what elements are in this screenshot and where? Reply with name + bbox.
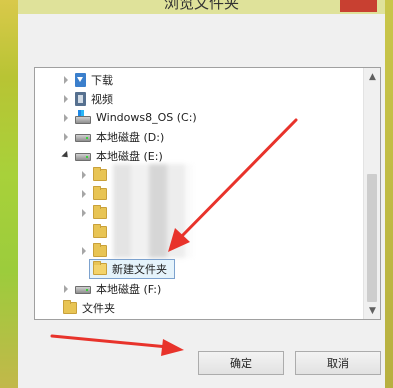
expand-arrow-icon[interactable] — [61, 113, 71, 123]
expand-arrow-icon[interactable] — [79, 208, 89, 218]
expand-arrow-icon[interactable] — [61, 284, 71, 294]
drive-icon — [75, 285, 91, 294]
folder-icon — [63, 299, 77, 314]
tree-item-label: 本地磁盘 (F:) — [96, 282, 162, 296]
download-folder-icon — [75, 72, 86, 87]
folder-icon — [93, 185, 107, 200]
expand-arrow-icon[interactable] — [79, 170, 89, 180]
window-title: 浏览文件夹 — [163, 0, 239, 12]
window-frame-left — [0, 0, 18, 388]
blurred-region — [113, 164, 193, 258]
tree-item-drive-e[interactable]: 本地磁盘 (E:) — [61, 146, 380, 165]
expand-arrow-icon[interactable] — [79, 246, 89, 256]
tree-item-downloads[interactable]: 下载 — [61, 70, 380, 89]
tree-item-label: 下载 — [91, 73, 113, 87]
expand-arrow-icon[interactable] — [61, 75, 71, 85]
drive-icon — [75, 133, 91, 142]
tree-item-drive-d[interactable]: 本地磁盘 (D:) — [61, 127, 380, 146]
tree-item-videos[interactable]: 视频 — [61, 89, 380, 108]
title-bar: 浏览文件夹 — [18, 0, 385, 14]
tree-item-label: 本地磁盘 (E:) — [96, 149, 163, 163]
expand-arrow-icon[interactable] — [61, 94, 71, 104]
scroll-down-arrow-icon[interactable]: ▼ — [364, 302, 380, 319]
scroll-up-arrow-icon[interactable]: ▲ — [364, 68, 380, 85]
folder-icon — [93, 260, 107, 275]
folder-tree[interactable]: 下载 视频 Windows8_OS (C:) 本地磁盘 (D:) 本地磁盘 (E… — [34, 67, 381, 320]
vertical-scrollbar[interactable]: ▲ ▼ — [363, 68, 380, 319]
expand-arrow-icon[interactable] — [79, 189, 89, 199]
tree-item-drive-f[interactable]: 本地磁盘 (F:) — [61, 279, 380, 298]
folder-icon — [93, 166, 107, 181]
cancel-button[interactable]: 取消 — [295, 351, 381, 375]
folder-icon — [93, 223, 107, 238]
tree-item-label: 文件夹 — [82, 301, 115, 315]
tree-item-label: 视频 — [91, 92, 113, 106]
tree-item-label: Windows8_OS (C:) — [96, 111, 197, 124]
close-button[interactable] — [340, 0, 377, 12]
tree-item-folder-root[interactable]: 文件夹 — [49, 298, 377, 317]
tree-item-new-folder[interactable]: 新建文件夹 — [79, 259, 380, 279]
windows-drive-icon — [75, 109, 91, 124]
tree-item-label: 新建文件夹 — [112, 262, 167, 276]
drive-icon — [75, 152, 91, 161]
ok-button[interactable]: 确定 — [198, 351, 284, 375]
tree-item-label: 本地磁盘 (D:) — [96, 130, 165, 144]
scroll-thumb[interactable] — [367, 174, 377, 302]
video-folder-icon — [75, 91, 86, 106]
folder-icon — [93, 242, 107, 257]
window-frame-right — [385, 0, 393, 388]
expand-arrow-icon[interactable] — [61, 132, 71, 142]
tree-item-drive-c[interactable]: Windows8_OS (C:) — [61, 108, 380, 127]
folder-icon — [93, 204, 107, 219]
collapse-arrow-icon[interactable] — [61, 151, 71, 161]
